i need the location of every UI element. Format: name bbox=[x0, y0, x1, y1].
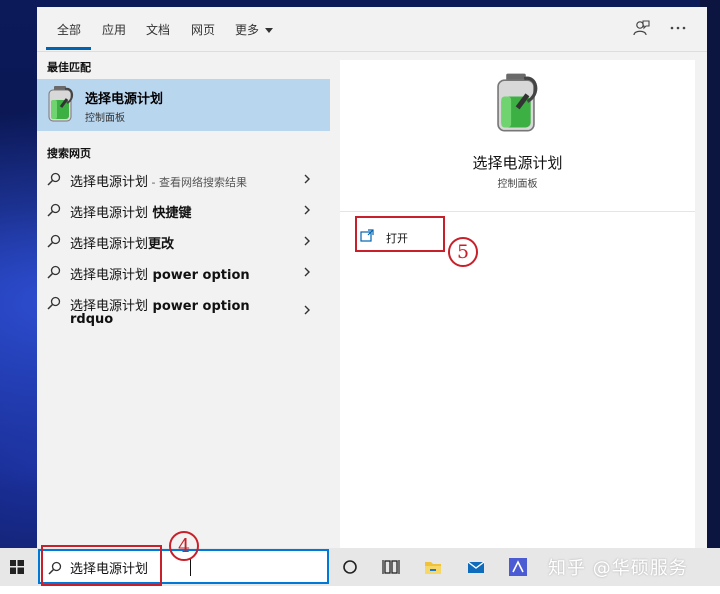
battery-icon bbox=[48, 86, 73, 122]
web-result-query: 选择电源计划 bbox=[70, 175, 149, 190]
bottom-margin bbox=[0, 586, 720, 594]
search-icon bbox=[47, 234, 61, 248]
annotation-step-5: 5 bbox=[448, 237, 478, 267]
battery-icon bbox=[497, 73, 538, 132]
web-result-hint: - 查看网络搜索结果 bbox=[148, 176, 247, 189]
web-result-text: 选择电源计划 power option bbox=[70, 264, 250, 283]
web-result-item[interactable]: 选择电源计划 快捷键 bbox=[37, 196, 330, 226]
web-result-bold: 快捷键 bbox=[148, 206, 192, 221]
web-result-item[interactable]: 选择电源计划 power option bbox=[37, 258, 330, 288]
best-match-subtitle: 控制面板 bbox=[85, 113, 125, 124]
detail-subtitle: 控制面板 bbox=[497, 179, 538, 190]
chevron-right-icon[interactable] bbox=[303, 205, 311, 215]
search-icon bbox=[47, 265, 61, 279]
search-icon bbox=[47, 203, 61, 217]
best-match-heading: 最佳匹配 bbox=[47, 61, 91, 74]
chevron-right-icon[interactable] bbox=[303, 267, 311, 277]
tab-bar: 全部 应用 文档 网页 更多 bbox=[37, 7, 707, 52]
web-result-item[interactable]: 选择电源计划 power option rdquo bbox=[37, 289, 330, 331]
feedback-icon[interactable] bbox=[632, 19, 650, 37]
task-view-icon[interactable] bbox=[381, 557, 401, 577]
search-panel: 全部 应用 文档 网页 更多 最佳匹配 选择电源计划 控制面板 搜索网页 选择电… bbox=[37, 7, 707, 550]
tab-web[interactable]: 网页 bbox=[191, 21, 215, 38]
web-search-heading: 搜索网页 bbox=[47, 147, 91, 160]
tab-documents[interactable]: 文档 bbox=[146, 21, 170, 38]
results-list: 最佳匹配 选择电源计划 控制面板 搜索网页 选择电源计划 - 查看网络搜索结果 … bbox=[37, 52, 330, 548]
web-result-item[interactable]: 选择电源计划 - 查看网络搜索结果 bbox=[37, 165, 330, 195]
web-result-bold: power option bbox=[148, 299, 250, 314]
search-icon bbox=[47, 296, 61, 310]
windows-start-icon[interactable] bbox=[10, 560, 24, 574]
web-result-bold-line2: rdquo bbox=[70, 312, 114, 327]
tab-more[interactable]: 更多 bbox=[235, 21, 274, 38]
web-result-query: 选择电源计划 bbox=[70, 268, 149, 283]
web-result-text: 选择电源计划更改 bbox=[70, 233, 174, 252]
tab-all[interactable]: 全部 bbox=[57, 21, 81, 38]
web-result-text-line2: rdquo bbox=[70, 312, 113, 327]
active-tab-indicator bbox=[46, 47, 91, 50]
web-result-query: 选择电源计划 bbox=[70, 206, 149, 221]
annotation-box-search bbox=[41, 545, 162, 586]
chevron-right-icon[interactable] bbox=[303, 174, 311, 184]
tab-apps[interactable]: 应用 bbox=[102, 21, 126, 38]
detail-pane: 选择电源计划 控制面板 打开 bbox=[340, 60, 695, 550]
tab-more-label: 更多 bbox=[235, 23, 260, 37]
search-icon bbox=[47, 172, 61, 186]
watermark-text: 知乎 @华硕服务 bbox=[548, 558, 688, 579]
best-match-item[interactable]: 选择电源计划 控制面板 bbox=[37, 79, 330, 131]
web-result-bold: 更改 bbox=[148, 237, 175, 252]
chevron-right-icon[interactable] bbox=[303, 236, 311, 246]
web-result-text: 选择电源计划 - 查看网络搜索结果 bbox=[70, 171, 247, 190]
annotation-step-4: 4 bbox=[169, 531, 199, 561]
app-icon[interactable] bbox=[508, 557, 528, 577]
web-result-query: 选择电源计划 bbox=[70, 237, 149, 252]
annotation-box-open bbox=[355, 216, 445, 252]
ellipsis-icon[interactable] bbox=[669, 19, 687, 37]
web-result-bold: power option bbox=[148, 268, 250, 283]
text-cursor bbox=[190, 559, 191, 576]
chevron-down-icon bbox=[265, 28, 274, 33]
detail-title: 选择电源计划 bbox=[472, 154, 563, 172]
divider bbox=[340, 211, 695, 212]
file-explorer-icon[interactable] bbox=[423, 557, 443, 577]
web-result-item[interactable]: 选择电源计划更改 bbox=[37, 227, 330, 257]
best-match-title: 选择电源计划 bbox=[85, 92, 164, 107]
cortana-icon[interactable] bbox=[340, 557, 360, 577]
mail-icon[interactable] bbox=[466, 557, 486, 577]
chevron-right-icon[interactable] bbox=[303, 305, 311, 315]
web-result-text: 选择电源计划 快捷键 bbox=[70, 202, 192, 221]
